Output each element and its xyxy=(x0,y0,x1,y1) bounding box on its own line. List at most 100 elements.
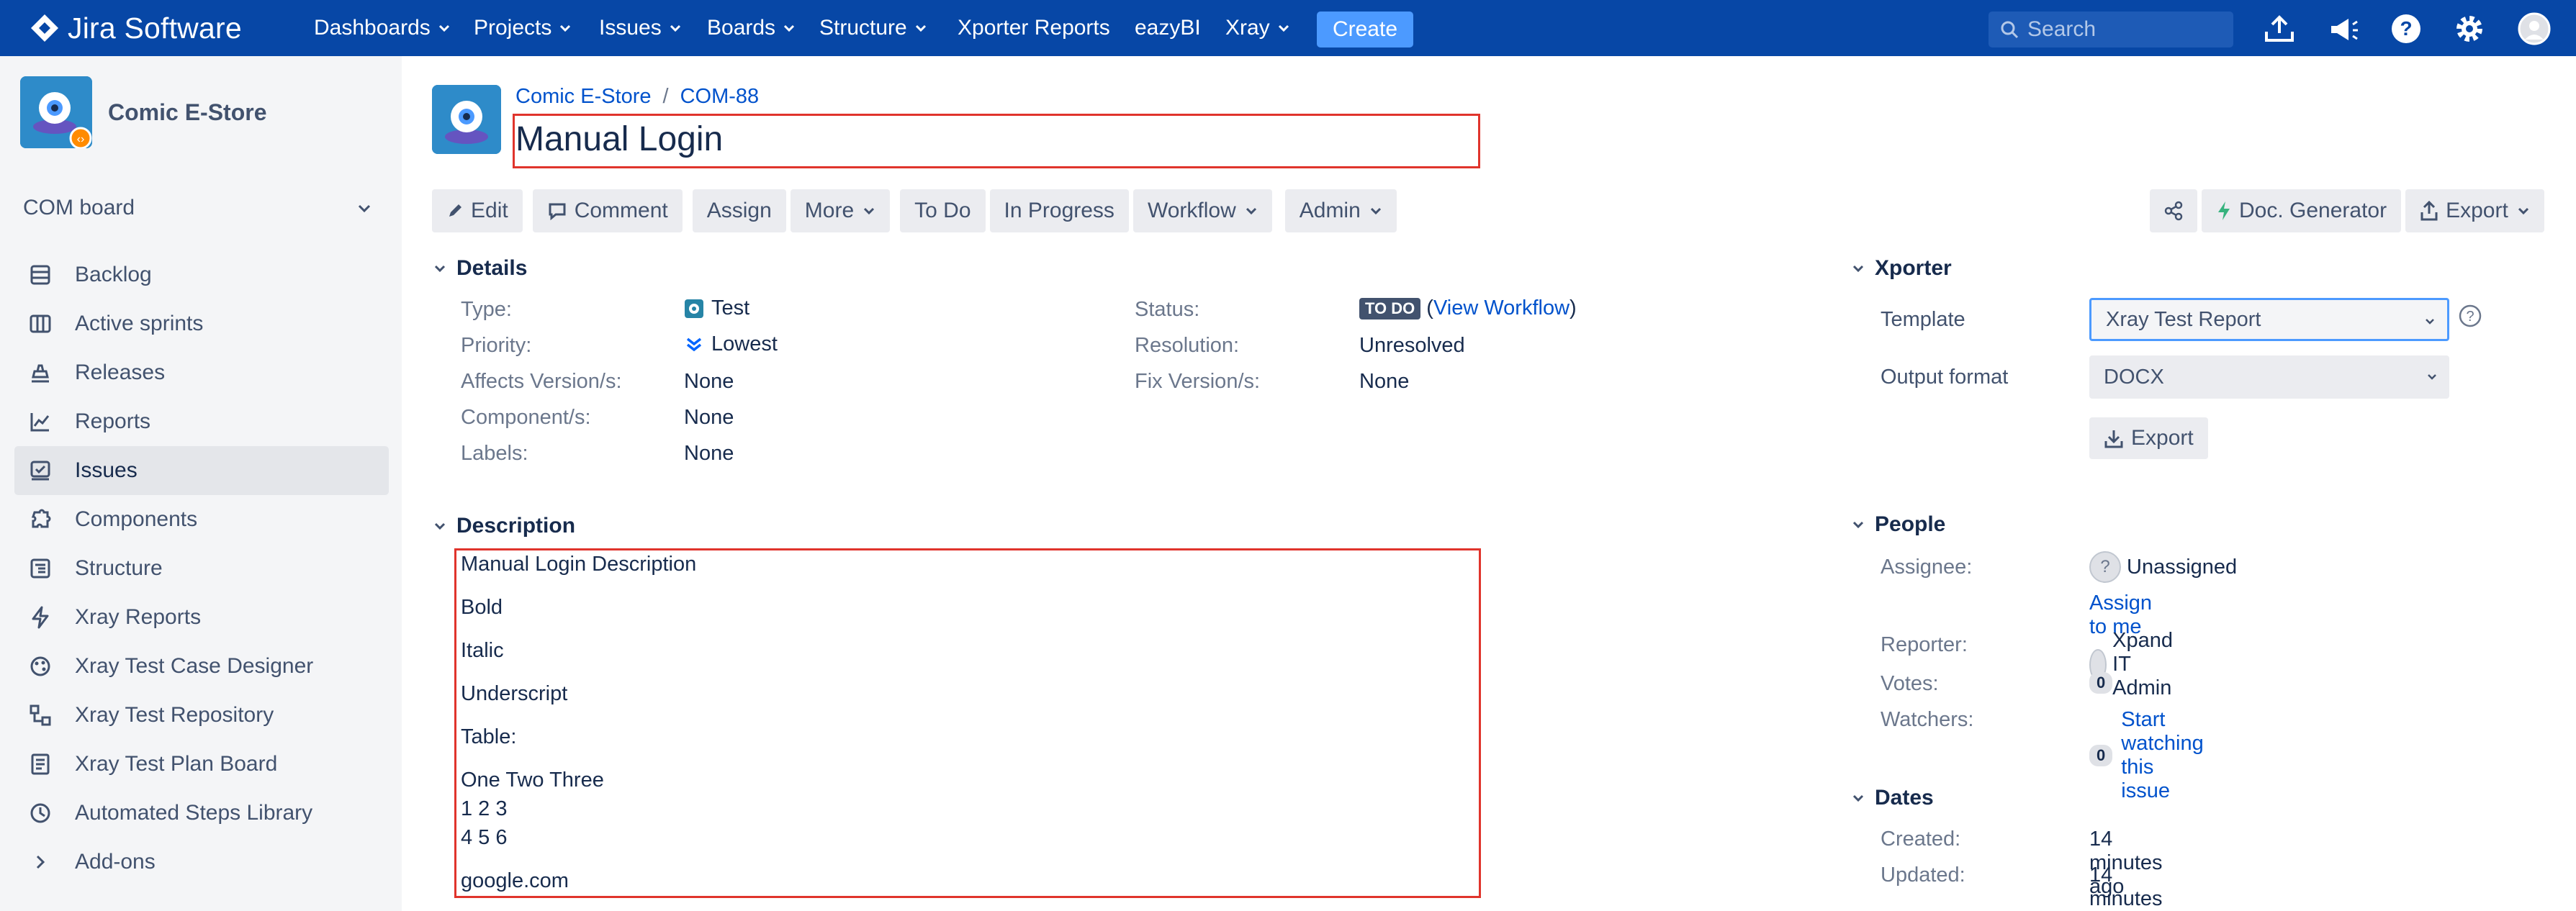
description-line: Italic xyxy=(461,639,504,662)
jira-diamond-icon xyxy=(31,14,58,42)
details-heading: Details xyxy=(456,256,528,280)
unassigned-avatar: ? xyxy=(2089,551,2121,583)
sidebar-item-backlog[interactable]: Backlog xyxy=(14,250,389,299)
people-section-toggle[interactable]: People xyxy=(1850,512,1945,537)
nav-xray[interactable]: Xray xyxy=(1225,12,1290,44)
export-dropdown-button[interactable]: Export xyxy=(2405,189,2544,232)
jira-logo[interactable]: Jira Software xyxy=(29,10,242,46)
nav-structure[interactable]: Structure xyxy=(819,12,927,44)
description-section-toggle[interactable]: Description xyxy=(432,514,575,538)
nav-xporter-reports[interactable]: Xporter Reports xyxy=(958,12,1110,44)
share-icon xyxy=(2164,201,2183,221)
help-circle-icon[interactable]: ? xyxy=(2458,304,2482,328)
template-select[interactable]: Xray Test Report xyxy=(2089,298,2449,341)
board-selector[interactable]: COM board xyxy=(23,190,383,226)
sidebar-item-xray-reports[interactable]: Xray Reports xyxy=(14,593,389,642)
labels-value[interactable]: None xyxy=(684,442,734,466)
votes-count: 0 xyxy=(2089,672,2113,694)
nav-eazybi[interactable]: eazyBI xyxy=(1135,12,1201,44)
edit-button[interactable]: Edit xyxy=(432,189,523,232)
comment-icon xyxy=(549,203,566,220)
output-format-label: Output format xyxy=(1881,366,2009,389)
sidebar-item-components[interactable]: Components xyxy=(14,495,389,544)
project-header[interactable]: ‹› Comic E-Store xyxy=(20,76,266,148)
description-highlight-box xyxy=(454,548,1481,898)
sidebar-item-label: Xray Test Case Designer xyxy=(75,654,314,678)
sidebar-item-releases[interactable]: Releases xyxy=(14,348,389,397)
nav-label: Boards xyxy=(707,16,776,40)
reporter-label: Reporter: xyxy=(1881,633,1968,656)
chevron-down-icon xyxy=(2518,207,2528,215)
details-section-toggle[interactable]: Details xyxy=(432,256,527,281)
chevron-down-icon xyxy=(438,24,449,32)
template-label: Template xyxy=(1881,308,1965,331)
more-label: More xyxy=(804,199,855,222)
test-issue-type-icon xyxy=(685,299,703,318)
assign-button[interactable]: Assign xyxy=(692,189,786,232)
sidebar-item-add-ons[interactable]: Add-ons xyxy=(14,838,389,887)
to-do-button[interactable]: To Do xyxy=(900,189,986,232)
start-watching-link[interactable]: Start watching this issue xyxy=(2121,708,2203,803)
sidebar-item-label: Automated Steps Library xyxy=(75,801,313,825)
sidebar-item-reports[interactable]: Reports xyxy=(14,397,389,446)
comment-button[interactable]: Comment xyxy=(532,189,683,232)
description-line: Table: xyxy=(461,725,517,748)
updated-label: Updated: xyxy=(1881,864,1965,887)
doc-generator-button[interactable]: Doc. Generator xyxy=(2202,189,2402,232)
assignee-value[interactable]: ? Unassigned xyxy=(2089,551,2237,583)
breadcrumb-issue-key[interactable]: COM-88 xyxy=(680,85,760,109)
chevron-down-icon xyxy=(2426,319,2434,325)
sidebar-item-automated-steps[interactable]: Automated Steps Library xyxy=(14,789,389,838)
user-avatar[interactable] xyxy=(2517,12,2552,46)
project-name: Comic E-Store xyxy=(108,99,267,125)
breadcrumb-project-link[interactable]: Comic E-Store xyxy=(515,85,652,109)
upload-icon[interactable] xyxy=(2262,12,2297,46)
admin-button[interactable]: Admin xyxy=(1284,189,1397,232)
description-line: Bold xyxy=(461,596,503,619)
help-icon[interactable]: ? xyxy=(2389,12,2423,46)
issue-title[interactable]: Manual Login xyxy=(515,119,723,159)
settings-gear-icon[interactable] xyxy=(2452,12,2487,46)
structure-icon xyxy=(27,556,53,581)
output-format-select[interactable]: DOCX xyxy=(2089,355,2449,399)
nav-dashboards[interactable]: Dashboards xyxy=(314,12,451,44)
sidebar-item-structure[interactable]: Structure xyxy=(14,544,389,593)
priority-label: Priority: xyxy=(461,334,532,357)
test-case-designer-icon xyxy=(27,653,53,679)
sidebar-item-issues[interactable]: Issues xyxy=(14,446,389,495)
view-workflow-link[interactable]: View Workflow xyxy=(1433,296,1570,320)
search-icon xyxy=(2001,21,2019,39)
votes-value[interactable]: 0 xyxy=(2089,672,2121,694)
admin-label: Admin xyxy=(1299,199,1361,222)
logo-text: Jira Software xyxy=(68,11,242,45)
dates-heading: Dates xyxy=(1875,786,1934,810)
nav-boards[interactable]: Boards xyxy=(707,12,796,44)
nav-projects[interactable]: Projects xyxy=(474,12,572,44)
sidebar-item-test-case-designer[interactable]: Xray Test Case Designer xyxy=(14,642,389,691)
svg-text:?: ? xyxy=(2466,309,2474,325)
issue-toolbar-right: Doc. Generator Export xyxy=(2150,189,2549,232)
share-button[interactable] xyxy=(2150,189,2197,232)
dates-section-toggle[interactable]: Dates xyxy=(1850,786,1934,810)
sidebar-item-active-sprints[interactable]: Active sprints xyxy=(14,299,389,348)
in-progress-button[interactable]: In Progress xyxy=(989,189,1129,232)
create-button[interactable]: Create xyxy=(1317,12,1413,47)
workflow-button[interactable]: Workflow xyxy=(1132,189,1272,232)
xporter-export-button[interactable]: Export xyxy=(2089,417,2208,459)
xray-reports-icon xyxy=(27,604,53,630)
nav-label: eazyBI xyxy=(1135,16,1201,40)
more-button[interactable]: More xyxy=(790,189,891,232)
sidebar-item-test-plan-board[interactable]: Xray Test Plan Board xyxy=(14,740,389,789)
nav-label: Structure xyxy=(819,16,907,40)
search-input[interactable] xyxy=(2027,17,2215,42)
nav-issues[interactable]: Issues xyxy=(599,12,682,44)
top-navigation: Jira Software Dashboards Projects Issues… xyxy=(0,0,2576,56)
type-text: Test xyxy=(711,296,750,319)
announcement-icon[interactable] xyxy=(2325,12,2360,46)
description-link[interactable]: google.com xyxy=(461,869,569,893)
sidebar-item-test-repository[interactable]: Xray Test Repository xyxy=(14,691,389,740)
xporter-section-toggle[interactable]: Xporter xyxy=(1850,256,1952,281)
search-box[interactable] xyxy=(1989,12,2233,47)
description-line: Manual Login Description xyxy=(461,553,697,576)
chevron-right-icon xyxy=(27,849,53,875)
